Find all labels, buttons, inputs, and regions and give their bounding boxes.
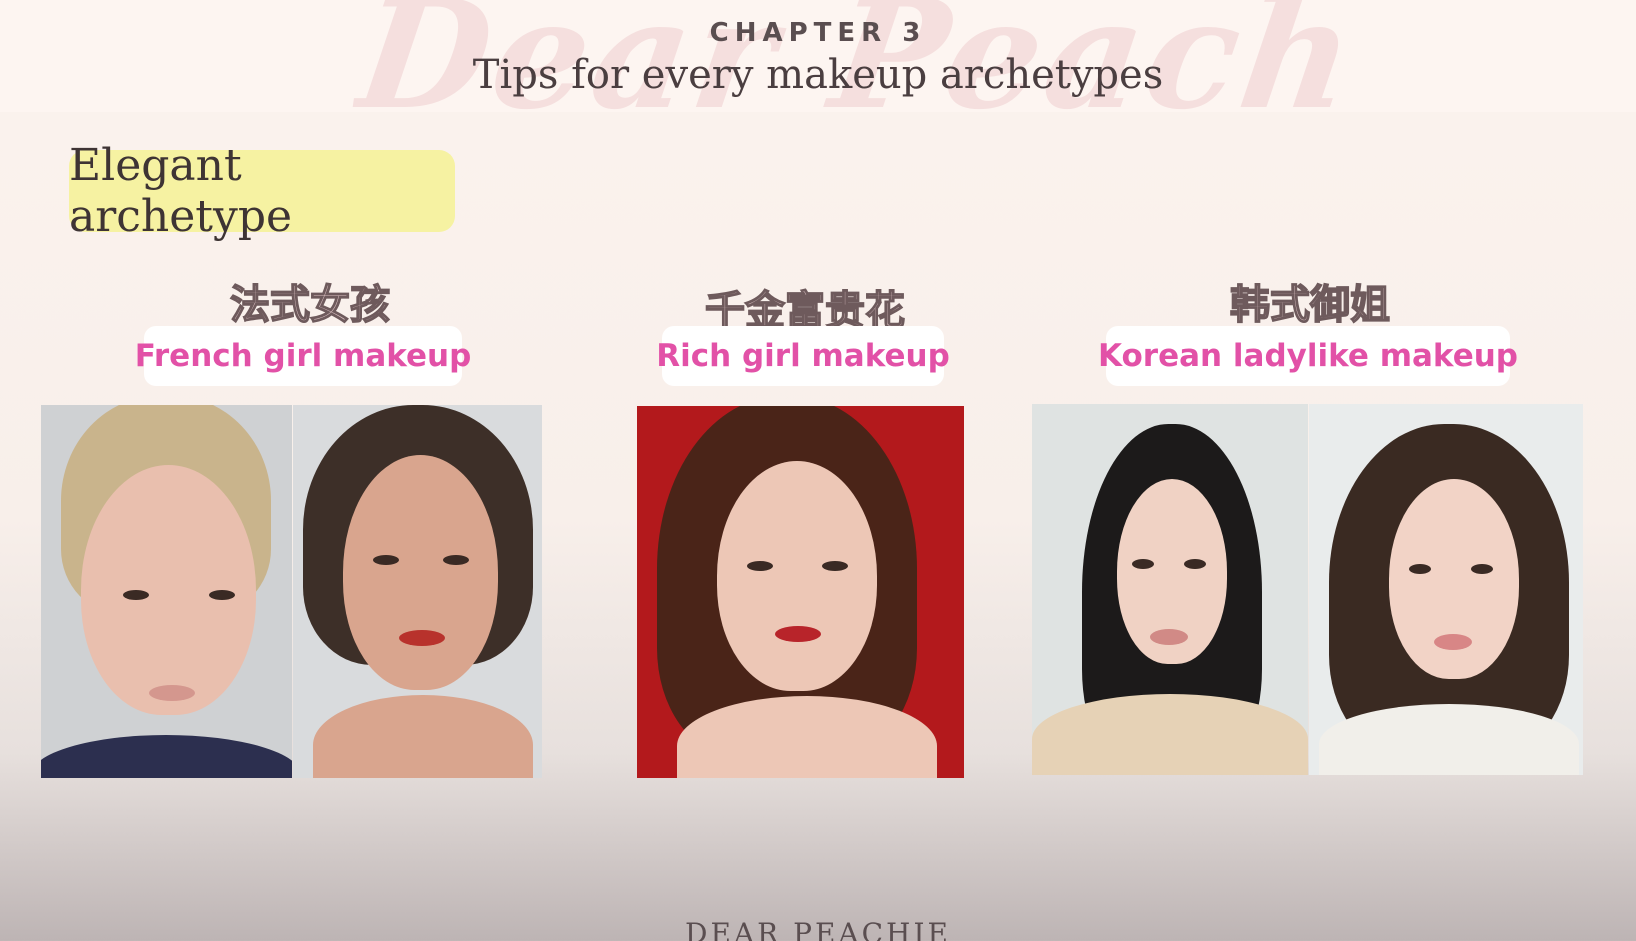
- rich-girl-label: Rich girl makeup: [656, 326, 950, 386]
- korean-ladylike-label: Korean ladylike makeup: [1098, 326, 1518, 386]
- archetype-badge: Elegant archetype: [69, 140, 455, 242]
- korean-ladylike-chinese-title: 韩式御姐: [1229, 281, 1391, 329]
- footer-brand: DEAR PEACHIE: [685, 917, 951, 941]
- rich-girl-photo: [637, 406, 964, 778]
- french-girl-photo-1: [41, 405, 292, 778]
- page-title: Tips for every makeup archetypes: [472, 52, 1164, 98]
- korean-ladylike-photo-1: [1032, 404, 1308, 775]
- french-girl-chinese-title: 法式女孩: [229, 281, 391, 329]
- french-girl-label: French girl makeup: [135, 326, 471, 386]
- french-girl-photo-2: [293, 405, 542, 778]
- chapter-label: CHAPTER 3: [709, 18, 927, 48]
- korean-ladylike-photo-2: [1309, 404, 1583, 775]
